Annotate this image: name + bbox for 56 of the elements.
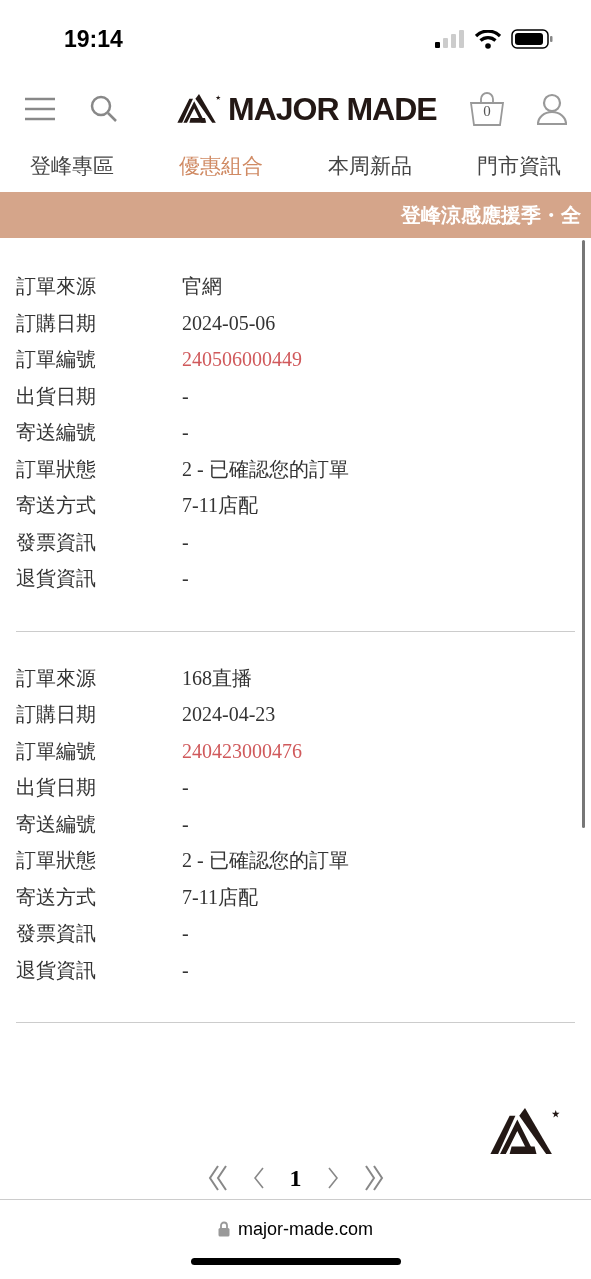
wifi-icon <box>475 29 501 49</box>
status-time: 19:14 <box>64 24 123 54</box>
order-number-link[interactable]: 240423000476 <box>182 735 302 766</box>
field-label: 退貨資訊 <box>16 566 97 592</box>
field-value: 2024-05-06 <box>182 310 276 336</box>
field-value: - <box>182 566 189 592</box>
order-number-link[interactable]: 240506000449 <box>182 344 302 375</box>
mountain-logo-icon <box>176 94 222 124</box>
field-value: - <box>182 529 189 555</box>
field-label: 寄送方式 <box>16 884 97 910</box>
field-label: 訂購日期 <box>16 702 97 728</box>
field-label: 訂單來源 <box>16 274 97 300</box>
field-label: 發票資訊 <box>16 529 97 555</box>
field-label: 出貨日期 <box>16 383 97 409</box>
menu-icon[interactable] <box>24 97 56 121</box>
field-label: 寄送編號 <box>16 420 97 446</box>
field-label: 寄送編號 <box>16 811 97 837</box>
field-value: - <box>182 420 189 446</box>
field-label: 訂單編號 <box>16 738 97 764</box>
search-icon[interactable] <box>90 95 118 123</box>
nav-tab[interactable]: 登峰專區 <box>30 150 114 182</box>
battery-icon <box>511 29 553 49</box>
current-page[interactable]: 1 <box>289 1159 302 1196</box>
field-value: 2 - 已確認您的訂單 <box>182 848 349 874</box>
url-text[interactable]: major-made.com <box>237 1215 373 1243</box>
field-value: 2 - 已確認您的訂單 <box>182 456 349 482</box>
user-icon[interactable] <box>537 93 567 125</box>
field-label: 訂單來源 <box>16 665 97 691</box>
field-label: 出貨日期 <box>16 775 97 801</box>
last-page-icon[interactable] <box>363 1163 384 1192</box>
nav-tab[interactable]: 本周新品 <box>328 150 412 182</box>
field-label: 訂購日期 <box>16 310 97 336</box>
field-label: 訂單狀態 <box>16 456 97 482</box>
first-page-icon[interactable] <box>207 1163 228 1192</box>
field-label: 訂單狀態 <box>16 848 97 874</box>
brand-logo-text[interactable]: MAJOR MADE <box>228 93 437 125</box>
field-value: 7-11店配 <box>182 884 258 910</box>
field-value: 官網 <box>182 274 222 300</box>
field-value: 2024-04-23 <box>182 702 276 728</box>
lock-icon <box>217 1221 230 1237</box>
field-value: 7-11店配 <box>182 493 258 519</box>
field-label: 退貨資訊 <box>16 957 97 983</box>
field-value: 168直播 <box>182 665 252 691</box>
field-label: 寄送方式 <box>16 493 97 519</box>
signal-icon <box>435 30 465 48</box>
nav-tab[interactable]: 門市資訊 <box>477 150 561 182</box>
mountain-logo-icon <box>489 1108 561 1156</box>
previous-page-icon[interactable] <box>253 1166 264 1189</box>
field-value: - <box>182 957 189 983</box>
field-value: - <box>182 383 189 409</box>
field-value: - <box>182 811 189 837</box>
field-label: 訂單編號 <box>16 347 97 373</box>
next-page-icon[interactable] <box>327 1166 338 1189</box>
field-value: - <box>182 921 189 947</box>
field-label: 發票資訊 <box>16 921 97 947</box>
field-value: - <box>182 775 189 801</box>
